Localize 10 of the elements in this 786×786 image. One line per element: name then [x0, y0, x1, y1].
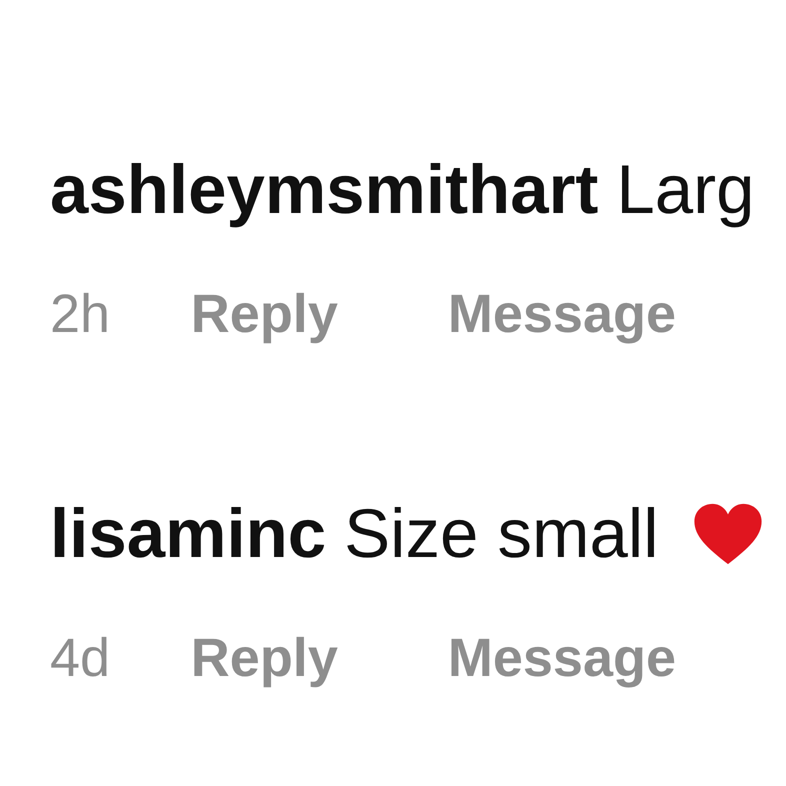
timestamp: 2h	[50, 283, 112, 346]
timestamp: 4d	[50, 627, 112, 690]
username-link[interactable]: lisaminc	[50, 494, 326, 574]
action-link[interactable]: Message	[448, 282, 676, 346]
comment-text: Size small	[344, 494, 659, 574]
username-link[interactable]: ashleymsmithart	[50, 150, 598, 230]
comment-text: Larg	[616, 150, 755, 230]
action-link[interactable]: Message	[448, 626, 676, 690]
action-link[interactable]: Reply	[190, 282, 338, 346]
action-link[interactable]: Reply	[190, 626, 338, 690]
